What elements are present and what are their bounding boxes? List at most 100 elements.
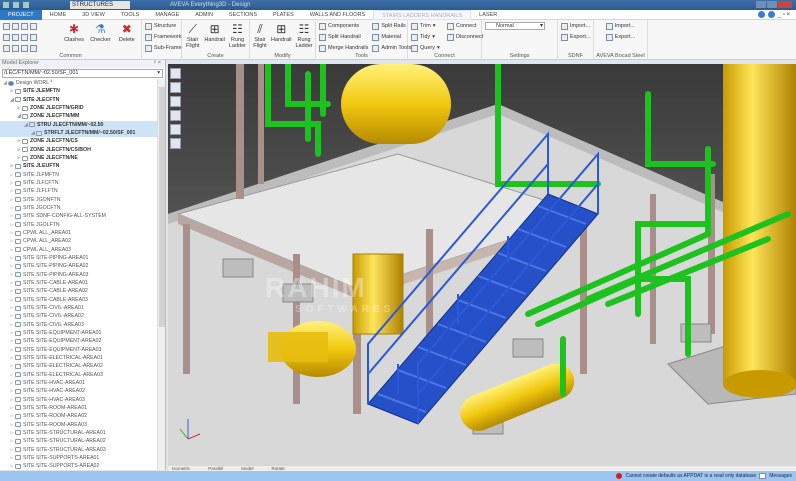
tree-node[interactable]: ▹ SITE SDNF-CONFIG-ALL-SYSTEM: [0, 212, 157, 220]
sdnf-import-button[interactable]: Import...: [561, 22, 590, 30]
info-icon[interactable]: [767, 11, 775, 18]
quick-access-toolbar[interactable]: [0, 0, 70, 10]
tree-node[interactable]: ▹ SITE JLEUFTN: [0, 162, 157, 170]
tree-node-label: SITE SITE-CABLE-AREA01: [23, 280, 88, 287]
tree-node[interactable]: ▹ SITE JLFMFTN: [0, 171, 157, 179]
bocad-import-button[interactable]: Import...: [605, 22, 635, 30]
components-button[interactable]: Components: [319, 22, 368, 30]
close-button[interactable]: [778, 1, 792, 8]
measure-icon[interactable]: [170, 124, 181, 135]
explorer-path-combo[interactable]: /LEC/FTN/MM/~02.50/SF_001: [2, 69, 163, 78]
tree-node[interactable]: ▹ SITE SITE-ELECTRICAL-AREA01: [0, 354, 157, 362]
tree-node[interactable]: ▹ SITE SITE-PIPING-AREA03: [0, 271, 157, 279]
tree-node[interactable]: ▹ SITE SITE-ROOM-AREA01: [0, 404, 157, 412]
settings-icon[interactable]: [170, 138, 181, 149]
minimize-button[interactable]: [756, 1, 766, 8]
tree-node[interactable]: ▹ SITE SITE-CABLE-AREA03: [0, 296, 157, 304]
tree-node[interactable]: ▹ SITE SITE-CIVIL-AREA03: [0, 321, 157, 329]
tree-node[interactable]: ▹ SITE SITE-EQUIPMENT-AREA03: [0, 346, 157, 354]
tidy-button[interactable]: Tidy ▾: [411, 33, 440, 41]
tree-node[interactable]: ▹ SITE JGOLFTN: [0, 221, 157, 229]
tree-node[interactable]: ▹ SITE SITE-CIVIL-AREA01: [0, 304, 157, 312]
tree-node[interactable]: ▹ SITE SITE-SUPPORTS-AREA02: [0, 462, 157, 470]
view-tool-icon[interactable]: [170, 68, 181, 79]
tree-node[interactable]: ▹ SITE SITE-HVAC-AREA02: [0, 387, 157, 395]
tab-plates[interactable]: PLATES: [265, 10, 302, 20]
tree-node[interactable]: ▹ SITE JGONFTN: [0, 196, 157, 204]
settings-select[interactable]: Normal: [485, 22, 545, 30]
ribbon-minimize[interactable]: _ ▫ ×: [778, 12, 790, 18]
tab-home[interactable]: HOME: [42, 10, 75, 20]
workspace-combo[interactable]: STRUCTURES: [70, 1, 130, 9]
tree-node[interactable]: ▹ SITE SITE-HVAC-AREA03: [0, 395, 157, 403]
bocad-export-button[interactable]: Export...: [605, 33, 635, 41]
tree-node[interactable]: ◢ STRFLT JLECFTN/MM/~02.50/SF_001: [0, 128, 157, 138]
tree-node[interactable]: ▹ SITE JGOCFTN: [0, 204, 157, 212]
tree-node[interactable]: ◢ SITE JLECFTN: [0, 96, 157, 104]
tree-node[interactable]: ▹ ZONE JLECFTN/GRID: [0, 104, 157, 112]
3d-viewport[interactable]: [168, 64, 796, 466]
connect-button[interactable]: Connect: [447, 22, 483, 30]
group-label: Connect: [434, 53, 455, 59]
tab-sections[interactable]: SECTIONS: [221, 10, 265, 20]
tab-admin[interactable]: ADMIN: [187, 10, 221, 20]
tree-node[interactable]: ▹ SITE SITE-STRUCTURAL-AREA01: [0, 429, 157, 437]
tab-laser[interactable]: LASER: [471, 10, 505, 20]
tree-node[interactable]: ▹ SITE SITE-ROOM-AREA03: [0, 420, 157, 428]
tab-project[interactable]: PROJECT: [0, 9, 42, 20]
tree-node[interactable]: ◢ STRU JLECFTN/MM/~02.50: [0, 120, 157, 129]
subframe-button[interactable]: Sub-Frame: [145, 44, 182, 52]
disconnect-button[interactable]: Disconnect: [447, 33, 483, 41]
maximize-button[interactable]: [767, 1, 777, 8]
messages-button[interactable]: Messages: [769, 473, 792, 479]
tree-node[interactable]: ▹ CPWL ALL_AREA03: [0, 246, 157, 254]
pin-close-icons[interactable]: ᵖ ×: [154, 60, 161, 68]
admin-tools-button[interactable]: Admin Tools: [372, 44, 411, 52]
tree-node[interactable]: ▹ SITE SITE-CABLE-AREA02: [0, 287, 157, 295]
tree-node[interactable]: ▹ SITE SITE-CABLE-AREA01: [0, 279, 157, 287]
undo-icon[interactable]: [23, 2, 29, 8]
walk-icon[interactable]: [170, 110, 181, 121]
tree-node[interactable]: ▹ ZONE JLECFTN/CS: [0, 137, 157, 145]
tree-node[interactable]: ▹ SITE SITE-CIVIL-AREA02: [0, 312, 157, 320]
help-icon[interactable]: [757, 11, 765, 18]
tree-node[interactable]: ▹ SITE SITE-STRUCTURAL-AREA02: [0, 437, 157, 445]
tree-node[interactable]: ▹ CPWL ALL_AREA01: [0, 229, 157, 237]
tree-node[interactable]: ◢ Design WORL *: [0, 79, 157, 87]
material-button[interactable]: Material: [372, 33, 411, 41]
tab-walls-and-floors[interactable]: WALLS AND FLOORS: [302, 10, 373, 20]
tab-manage[interactable]: MANAGE: [147, 10, 187, 20]
trim-button[interactable]: Trim ▾: [411, 22, 440, 30]
sdnf-export-button[interactable]: Export...: [561, 33, 590, 41]
split-rails-button[interactable]: Split Rails: [372, 22, 411, 30]
tab-tools[interactable]: TOOLS: [113, 10, 148, 20]
pan-icon[interactable]: [170, 96, 181, 107]
tree-node[interactable]: ▹ ZONE JLECFTN/CS/BOH: [0, 146, 157, 154]
tree-node[interactable]: ▹ SITE SITE-SUPPORTS-AREA01: [0, 454, 157, 462]
tree-node[interactable]: ▹ SITE SITE-PIPING-AREA02: [0, 262, 157, 270]
explorer-scrollbar[interactable]: [157, 79, 165, 470]
tree-node[interactable]: ▹ SITE SITE-EQUIPMENT-AREA01: [0, 329, 157, 337]
query-button[interactable]: Query ▾: [411, 44, 440, 52]
tree-node[interactable]: ▹ SITE SITE-EQUIPMENT-AREA02: [0, 337, 157, 345]
merge-handrails-button[interactable]: Merge Handrails: [319, 44, 368, 52]
tree-node[interactable]: ▹ SITE SITE-STRUCTURAL-AREA03: [0, 445, 157, 453]
tree-node[interactable]: ▹ CPWL ALL_AREA02: [0, 237, 157, 245]
tree-node[interactable]: ▹ SITE JLFCFTN: [0, 179, 157, 187]
structure-button[interactable]: Structure: [145, 22, 182, 30]
zoom-icon[interactable]: [170, 82, 181, 93]
tree-node[interactable]: ▹ SITE JLFLFTN: [0, 187, 157, 195]
split-handrail-button[interactable]: Split Handrail: [319, 33, 368, 41]
framework-button[interactable]: Framework: [145, 33, 182, 41]
tree-node[interactable]: ▹ SITE SITE-ROOM-AREA02: [0, 412, 157, 420]
tree-node[interactable]: ◢ ZONE JLECFTN/MM: [0, 112, 157, 120]
tree-node[interactable]: ▹ SITE JLEMFTN: [0, 87, 157, 95]
tree-node[interactable]: ▹ SITE SITE-HVAC-AREA01: [0, 379, 157, 387]
tab-3d-view[interactable]: 3D VIEW: [74, 10, 113, 20]
tree-node[interactable]: ▹ SITE SITE-ELECTRICAL-AREA02: [0, 362, 157, 370]
tree-node[interactable]: ▹ ZONE JLECFTN/NE: [0, 154, 157, 162]
tab-stairs-ladders-handrails[interactable]: STAIRS LADDERS HANDRAILS: [373, 9, 472, 20]
save-icon[interactable]: [13, 2, 19, 8]
tree-node[interactable]: ▹ SITE SITE-ELECTRICAL-AREA03: [0, 370, 157, 378]
tree-node[interactable]: ▹ SITE SITE-PIPING-AREA01: [0, 254, 157, 262]
